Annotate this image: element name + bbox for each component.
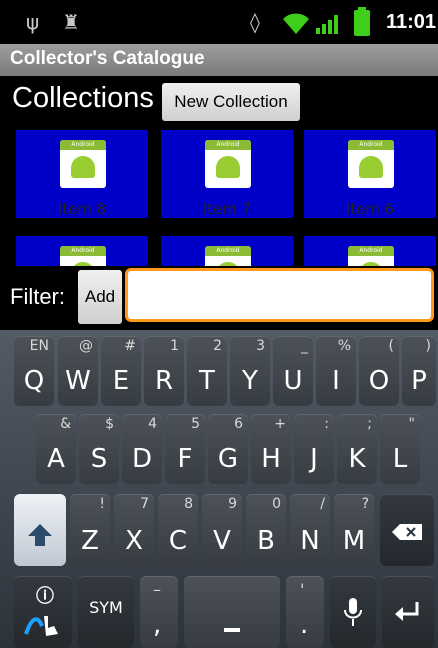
- sym-key[interactable]: SYM: [78, 576, 134, 648]
- key-n[interactable]: / N: [290, 494, 330, 566]
- backspace-key[interactable]: [380, 494, 434, 566]
- android-thumbnail-icon: Android: [348, 246, 394, 266]
- add-button[interactable]: Add: [78, 270, 122, 324]
- android-thumbnail-icon: Android: [205, 246, 251, 266]
- space-bar-icon: [224, 628, 240, 632]
- key-g[interactable]: 6G: [208, 414, 248, 484]
- info-icon: ⓘ: [36, 586, 54, 607]
- soft-keyboard: EN Q @ W # E 1R 2T 3Y _ U % I (O ) P & A $ S 4D …: [0, 330, 438, 648]
- backspace-icon: [392, 524, 422, 540]
- android-thumbnail-icon: Android: [205, 140, 251, 188]
- page-title: Collections: [12, 82, 154, 114]
- filter-label: Filter:: [10, 284, 65, 309]
- key-f[interactable]: 5F: [165, 414, 205, 484]
- key-m[interactable]: ? M: [334, 494, 374, 566]
- period-key[interactable]: ' .: [286, 576, 324, 648]
- shift-arrow-icon: [28, 524, 52, 546]
- collection-label: Item 8: [57, 200, 107, 218]
- key-q[interactable]: EN Q: [14, 336, 54, 406]
- vibrate-icon: ◊: [250, 10, 260, 34]
- collection-tile[interactable]: Android Item 6: [304, 130, 436, 218]
- settings-key[interactable]: ⓘ: [14, 576, 72, 648]
- app-title: Collector's Catalogue: [10, 48, 205, 69]
- key-x[interactable]: 7X: [114, 494, 154, 566]
- space-key[interactable]: [184, 576, 280, 648]
- enter-arrow-icon: [395, 602, 419, 621]
- clock: 11:01: [386, 11, 437, 33]
- key-v[interactable]: 9V: [202, 494, 242, 566]
- status-bar: ψ ♜ ◊ 11:01: [0, 0, 438, 44]
- wifi-icon: [283, 13, 309, 34]
- key-u[interactable]: _ U: [273, 336, 313, 406]
- key-l[interactable]: " L: [380, 414, 420, 484]
- collection-label: Item 7: [202, 200, 252, 218]
- collection-tile[interactable]: Android: [304, 236, 436, 266]
- android-thumbnail-icon: Android: [60, 246, 106, 266]
- key-b[interactable]: 0B: [246, 494, 286, 566]
- signal-icon: [316, 15, 338, 34]
- shift-key[interactable]: [14, 494, 66, 566]
- battery-icon: [354, 7, 370, 36]
- key-o[interactable]: (O: [359, 336, 399, 406]
- collection-tile[interactable]: Android: [161, 236, 293, 266]
- collection-label: Item 6: [345, 200, 395, 218]
- filter-input[interactable]: [125, 268, 434, 322]
- key-j[interactable]: :J: [294, 414, 334, 484]
- key-y[interactable]: 3Y: [230, 336, 270, 406]
- key-z[interactable]: ! Z: [70, 494, 110, 566]
- android-thumbnail-icon: Android: [60, 140, 106, 188]
- usb-icon: ψ: [26, 10, 40, 34]
- collection-tile[interactable]: Android: [16, 236, 148, 266]
- android-thumbnail-icon: Android: [348, 140, 394, 188]
- key-d[interactable]: 4D: [122, 414, 162, 484]
- key-k[interactable]: ; K: [337, 414, 377, 484]
- voice-input-key[interactable]: [330, 576, 376, 648]
- key-c[interactable]: 8C: [158, 494, 198, 566]
- key-p[interactable]: ) P: [402, 336, 436, 406]
- key-i[interactable]: % I: [316, 336, 356, 406]
- comma-key[interactable]: – ,: [140, 576, 178, 648]
- key-s[interactable]: $ S: [79, 414, 119, 484]
- key-a[interactable]: & A: [36, 414, 76, 484]
- android-debug-icon: ♜: [62, 10, 80, 34]
- enter-key[interactable]: [382, 576, 434, 648]
- key-w[interactable]: @ W: [58, 336, 98, 406]
- app-title-bar: Collector's Catalogue: [0, 44, 438, 76]
- key-e[interactable]: # E: [101, 336, 141, 406]
- collection-tile[interactable]: Android Item 8: [16, 130, 148, 218]
- microphone-icon: [344, 598, 362, 626]
- key-h[interactable]: + H: [251, 414, 291, 484]
- key-r[interactable]: 1R: [144, 336, 184, 406]
- key-t[interactable]: 2T: [187, 336, 227, 406]
- collection-grid[interactable]: Android Item 8 Android Item 7 Android It…: [0, 126, 438, 266]
- new-collection-button[interactable]: New Collection: [162, 83, 300, 121]
- collection-tile[interactable]: Android Item 7: [161, 130, 293, 218]
- gesture-swipe-icon: [24, 616, 58, 636]
